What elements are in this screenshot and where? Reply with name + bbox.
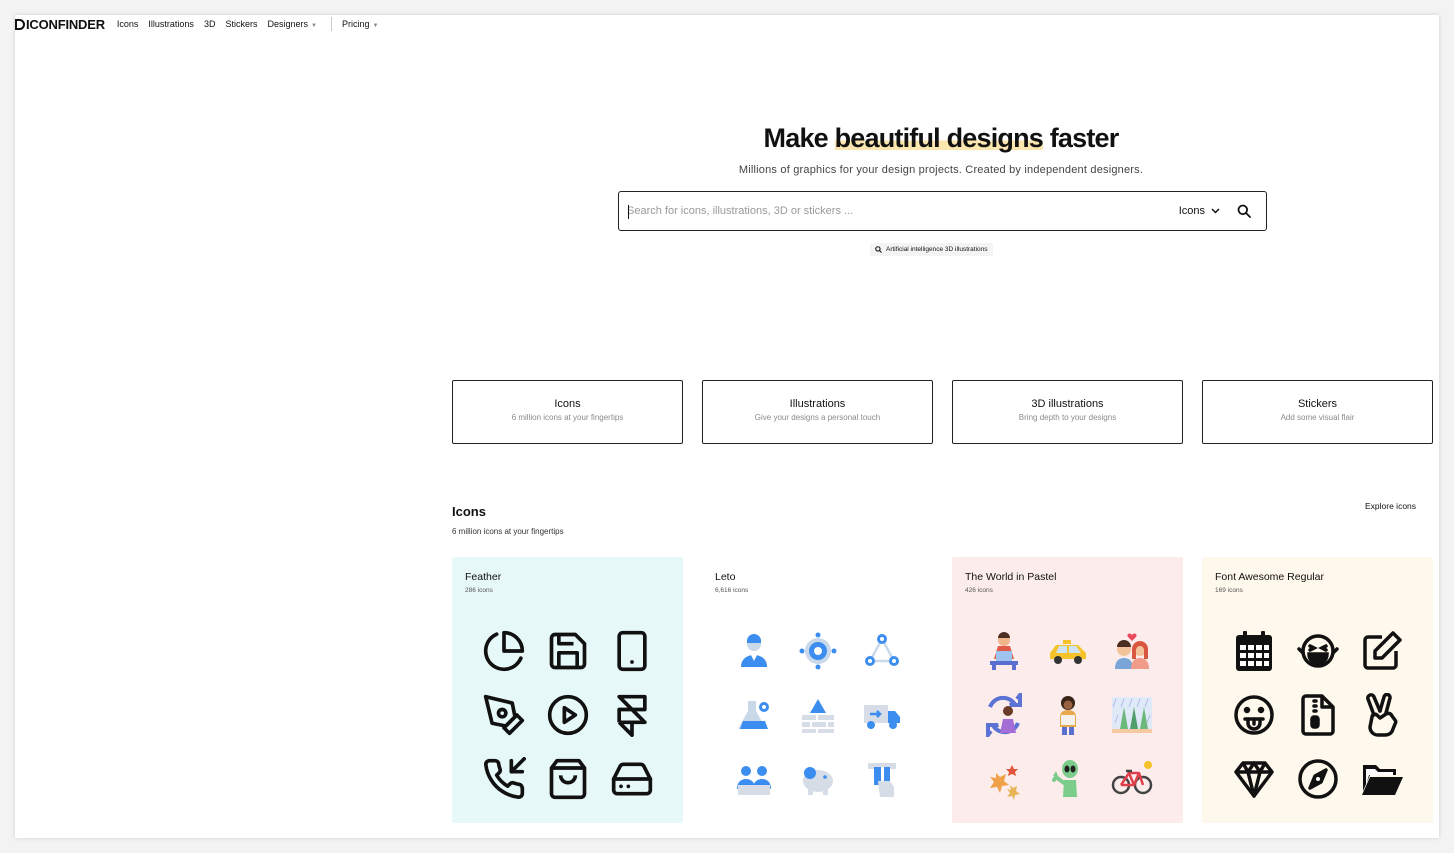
search-button[interactable] xyxy=(1234,201,1254,221)
icon-set-count: 426 icons xyxy=(965,587,993,594)
brick-wall-icon xyxy=(786,683,850,747)
zip-file-icon xyxy=(1286,683,1350,747)
search-suggestion[interactable]: Artificial intelligence 3D illustrations xyxy=(870,243,993,256)
icon-set-card-feather[interactable]: Feather 286 icons xyxy=(452,557,683,823)
pen-tool-icon xyxy=(472,683,536,747)
reader-icon xyxy=(972,619,1036,683)
icon-set-card-font-awesome-regular[interactable]: Font Awesome Regular 169 icons xyxy=(1202,557,1433,823)
iconfinder-logo[interactable]: ICONFINDER xyxy=(15,17,105,32)
nav-3d[interactable]: 3D xyxy=(204,19,216,29)
search-type-label: Icons xyxy=(1178,205,1205,217)
nav-divider xyxy=(330,17,332,31)
nav-pricing[interactable]: Pricing ▼ xyxy=(342,19,378,29)
network-icon xyxy=(850,619,914,683)
atm-card-icon xyxy=(850,747,914,811)
recycle-icon xyxy=(972,683,1036,747)
hero-title-part: Make xyxy=(763,123,835,153)
pie-chart-icon xyxy=(472,619,536,683)
icon-set-name: Feather xyxy=(465,571,502,583)
category-subtitle: Give your designs a personal touch xyxy=(754,413,881,422)
category-card-illustrations[interactable]: Illustrations Give your designs a person… xyxy=(702,380,933,444)
category-title: Illustrations xyxy=(789,398,846,410)
edit-icon xyxy=(1350,619,1414,683)
chevron-down-icon: ▼ xyxy=(372,23,379,29)
nav-designers[interactable]: Designers ▼ xyxy=(267,19,316,29)
category-title: 3D illustrations xyxy=(1031,398,1104,410)
team-icon xyxy=(722,747,786,811)
alien-icon xyxy=(1036,747,1100,811)
hero-title-part: faster xyxy=(1043,123,1120,153)
user-icon xyxy=(722,619,786,683)
category-card-icons[interactable]: Icons 6 million icons at your fingertips xyxy=(452,380,683,444)
gem-icon xyxy=(1222,747,1286,811)
icon-set-name: Leto xyxy=(715,571,736,583)
hero-title-highlight: beautiful designs xyxy=(834,123,1044,153)
phone-incoming-icon xyxy=(472,747,536,811)
save-icon xyxy=(536,619,600,683)
icon-set-preview-grid xyxy=(1222,619,1415,811)
nav-icons[interactable]: Icons xyxy=(117,19,139,29)
couple-icon xyxy=(1100,619,1164,683)
laughing-face-icon xyxy=(1286,619,1350,683)
compass-icon xyxy=(1286,747,1350,811)
chevron-down-icon xyxy=(1211,208,1220,214)
category-title: Icons xyxy=(554,398,581,410)
section-subtitle: 6 million icons at your fingertips xyxy=(452,527,564,536)
category-card-3d[interactable]: 3D illustrations Bring depth to your des… xyxy=(952,380,1183,444)
chevron-down-icon: ▼ xyxy=(311,23,317,29)
search-icon xyxy=(875,246,882,253)
category-subtitle: Bring depth to your designs xyxy=(1018,413,1117,422)
nav-stickers[interactable]: Stickers xyxy=(225,19,257,29)
flask-icon xyxy=(722,683,786,747)
taxi-icon xyxy=(1036,619,1100,683)
tablet-icon xyxy=(600,619,664,683)
delivery-truck-icon xyxy=(850,683,914,747)
search-input[interactable] xyxy=(619,192,1179,230)
icon-set-card-leto[interactable]: Leto 6,616 icons xyxy=(702,557,933,823)
bicycle-icon xyxy=(1100,747,1164,811)
rain-trees-icon xyxy=(1100,683,1164,747)
category-title: Stickers xyxy=(1297,398,1338,410)
search-bar: Icons xyxy=(618,191,1267,231)
icon-set-name: Font Awesome Regular xyxy=(1215,571,1324,583)
nav-pricing-label: Pricing xyxy=(341,19,370,29)
hero-subtitle: Millions of graphics for your design pro… xyxy=(738,164,1144,176)
logo-text: ICONFINDER xyxy=(26,16,105,32)
icon-set-preview-grid xyxy=(972,619,1165,811)
framer-icon xyxy=(600,683,664,747)
hero-title: Make beautiful designs faster xyxy=(455,123,1427,154)
play-circle-icon xyxy=(536,683,600,747)
settings-gear-icon xyxy=(786,619,850,683)
search-type-dropdown[interactable]: Icons xyxy=(1179,205,1220,217)
icon-set-preview-grid xyxy=(722,619,915,811)
piggy-bank-icon xyxy=(786,747,850,811)
icon-set-count: 169 icons xyxy=(1215,587,1243,594)
text-caret xyxy=(628,205,629,219)
icon-set-name: The World in Pastel xyxy=(965,571,1057,583)
nav-designers-label: Designers xyxy=(267,19,308,29)
icon-set-card-world-in-pastel[interactable]: The World in Pastel 426 icons xyxy=(952,557,1183,823)
woman-icon xyxy=(1036,683,1100,747)
icon-set-count: 286 icons xyxy=(465,587,493,594)
autumn-leaves-icon xyxy=(972,747,1036,811)
suggestion-text: Artificial intelligence 3D illustrations xyxy=(886,246,988,253)
peace-hand-icon xyxy=(1350,683,1414,747)
shopping-bag-icon xyxy=(536,747,600,811)
search-icon xyxy=(1237,204,1251,218)
top-nav: ICONFINDER Icons Illustrations 3D Sticke… xyxy=(15,15,388,33)
calendar-icon xyxy=(1222,619,1286,683)
nav-illustrations[interactable]: Illustrations xyxy=(148,19,194,29)
category-card-stickers[interactable]: Stickers Add some visual flair xyxy=(1202,380,1433,444)
hard-drive-icon xyxy=(600,747,664,811)
icon-set-preview-grid xyxy=(472,619,665,811)
browser-viewport: ICONFINDER Icons Illustrations 3D Sticke… xyxy=(15,15,1439,838)
section-title: Icons xyxy=(452,504,486,519)
category-subtitle: 6 million icons at your fingertips xyxy=(511,413,624,422)
category-subtitle: Add some visual flair xyxy=(1280,413,1355,422)
tongue-face-icon xyxy=(1222,683,1286,747)
folder-open-icon xyxy=(1350,747,1414,811)
logo-mark-icon xyxy=(15,18,25,30)
icon-set-count: 6,616 icons xyxy=(715,587,749,594)
explore-icons-link[interactable]: Explore icons xyxy=(1365,501,1416,511)
